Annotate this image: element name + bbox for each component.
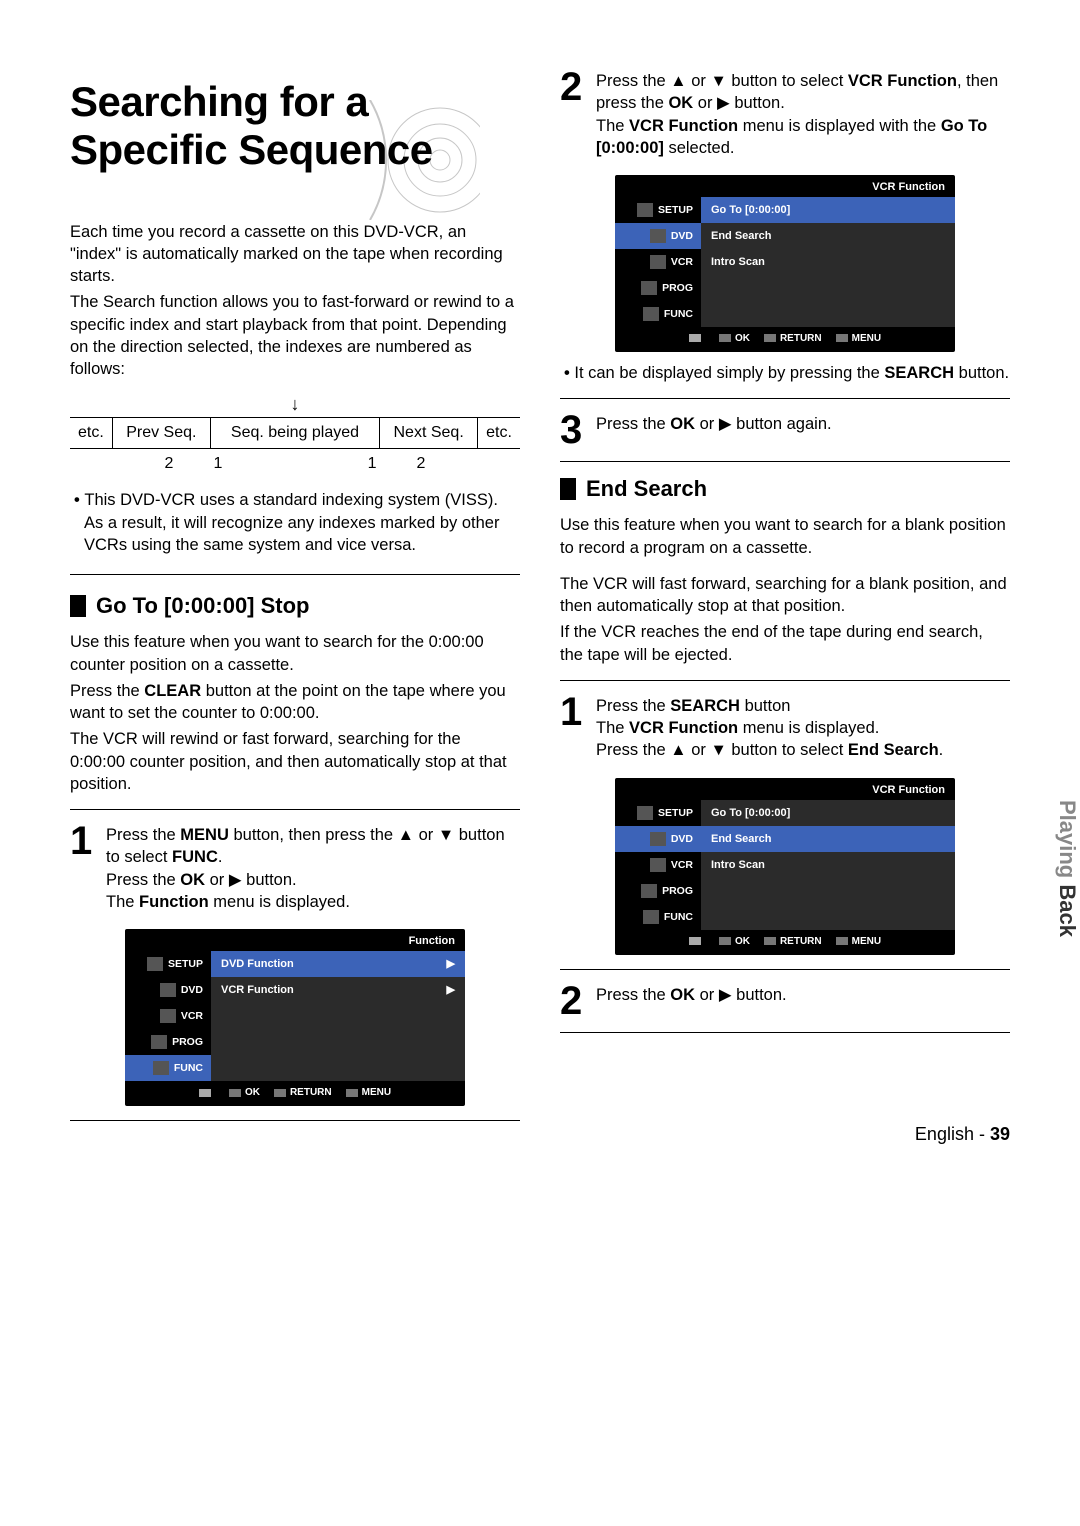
osd-side-prog: PROG: [615, 275, 701, 301]
osd-return-hint: RETURN: [764, 936, 822, 947]
osd-vcr-function-menu-goto: VCR Function SETUP DVD VCR PROG FUNC Go …: [615, 175, 955, 352]
osd-row-end-search: End Search: [701, 826, 955, 852]
osd-vcr-function-menu-endsearch: VCR Function SETUP DVD VCR PROG FUNC Go …: [615, 778, 955, 955]
page-title-block: Searching for a Specific Sequence: [70, 70, 520, 193]
divider: [560, 398, 1010, 399]
osd-title: Function: [125, 929, 465, 951]
osd-side-func: FUNC: [125, 1055, 211, 1081]
goto-step-2: 2 Press the ▲ or ▼ button to select VCR …: [560, 70, 1010, 159]
intro-paragraph-1: Each time you record a cassette on this …: [70, 221, 520, 288]
osd-return-hint: RETURN: [764, 333, 822, 344]
end-step-1: 1 Press the SEARCH button The VCR Functi…: [560, 695, 1010, 762]
divider: [560, 680, 1010, 681]
divider: [70, 809, 520, 810]
divider: [70, 1120, 520, 1121]
search-button-note: It can be displayed simply by pressing t…: [560, 362, 1010, 384]
osd-side-dvd: DVD: [615, 826, 701, 852]
osd-function-menu: Function SETUP DVD VCR PROG FUNC DVD Fun…: [125, 929, 465, 1106]
down-arrow-icon: ↓: [70, 394, 520, 415]
osd-row-end-search: End Search: [701, 223, 955, 249]
osd-side-setup: SETUP: [615, 800, 701, 826]
osd-ok-hint: OK: [719, 936, 750, 947]
end-search-heading: End Search: [560, 476, 1010, 502]
sequence-table: ↓ etc. Prev Seq. Seq. being played Next …: [70, 394, 520, 479]
osd-side-prog: PROG: [615, 878, 701, 904]
goto-step-1: 1 Press the MENU button, then press the …: [70, 824, 520, 913]
osd-ok-hint: OK: [229, 1087, 260, 1098]
osd-row-intro-scan: Intro Scan: [701, 852, 955, 878]
end-p1: Use this feature when you want to search…: [560, 514, 1010, 559]
dpad-icon: [689, 936, 705, 947]
end-p2: The VCR will fast forward, searching for…: [560, 573, 1010, 618]
osd-title: VCR Function: [615, 175, 955, 197]
goto-step-3: 3 Press the OK or ▶ button again.: [560, 413, 1010, 447]
end-step-2: 2 Press the OK or ▶ button.: [560, 984, 1010, 1018]
osd-footer: OK RETURN MENU: [125, 1081, 465, 1104]
viss-note: This DVD-VCR uses a standard indexing sy…: [70, 489, 520, 556]
osd-row-goto: Go To [0:00:00]: [701, 800, 955, 826]
goto-heading: Go To [0:00:00] Stop: [70, 593, 520, 619]
osd-menu-hint: MENU: [346, 1087, 391, 1098]
osd-footer: OK RETURN MENU: [615, 327, 955, 350]
section-tab: Playing Back: [1054, 800, 1080, 937]
osd-ok-hint: OK: [719, 333, 750, 344]
osd-menu-hint: MENU: [836, 333, 881, 344]
osd-footer: OK RETURN MENU: [615, 930, 955, 953]
divider: [560, 969, 1010, 970]
osd-menu-hint: MENU: [836, 936, 881, 947]
osd-side-vcr: VCR: [615, 852, 701, 878]
dpad-icon: [199, 1087, 215, 1098]
osd-title: VCR Function: [615, 778, 955, 800]
end-p3: If the VCR reaches the end of the tape d…: [560, 621, 1010, 666]
heading-tab-icon: [560, 478, 576, 500]
right-caret-icon: ▶: [447, 951, 455, 977]
osd-side-setup: SETUP: [615, 197, 701, 223]
goto-p3: The VCR will rewind or fast forward, sea…: [70, 728, 520, 795]
osd-row-goto: Go To [0:00:00]: [701, 197, 955, 223]
right-caret-icon: ▶: [447, 977, 455, 1003]
osd-side-vcr: VCR: [615, 249, 701, 275]
osd-row-dvd-function: DVD Function▶: [211, 951, 465, 977]
osd-side-dvd: DVD: [125, 977, 211, 1003]
divider: [70, 574, 520, 575]
osd-row-vcr-function: VCR Function▶: [211, 977, 465, 1003]
osd-side-vcr: VCR: [125, 1003, 211, 1029]
osd-side-dvd: DVD: [615, 223, 701, 249]
osd-return-hint: RETURN: [274, 1087, 332, 1098]
divider: [560, 461, 1010, 462]
osd-side-setup: SETUP: [125, 951, 211, 977]
divider: [560, 1032, 1010, 1033]
goto-p2: Press the CLEAR button at the point on t…: [70, 680, 520, 725]
goto-p1: Use this feature when you want to search…: [70, 631, 520, 676]
page-footer: English - 39: [915, 1124, 1010, 1145]
intro-paragraph-2: The Search function allows you to fast-f…: [70, 291, 520, 380]
osd-row-intro-scan: Intro Scan: [701, 249, 955, 275]
osd-side-func: FUNC: [615, 301, 701, 327]
disc-decoration-icon: [360, 100, 480, 220]
dpad-icon: [689, 333, 705, 344]
osd-side-func: FUNC: [615, 904, 701, 930]
osd-side-prog: PROG: [125, 1029, 211, 1055]
heading-tab-icon: [70, 595, 86, 617]
